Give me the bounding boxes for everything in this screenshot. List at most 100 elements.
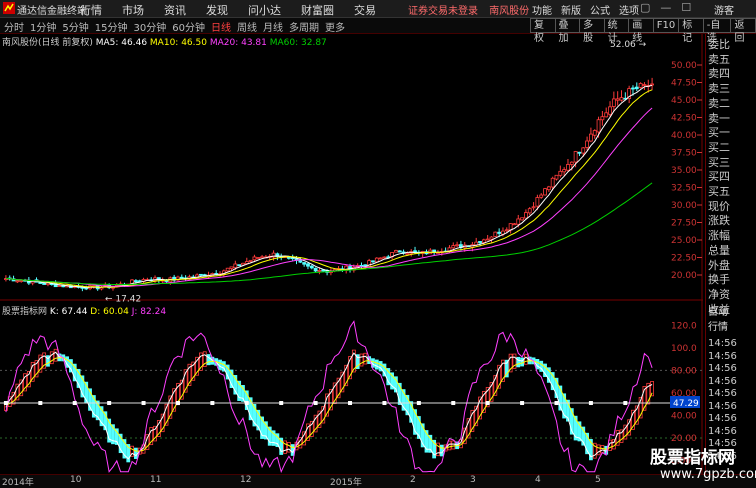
time-label-0: 2014年 — [2, 478, 34, 488]
candle-body-140 — [539, 194, 544, 198]
candle-body-158 — [608, 106, 612, 115]
indicator-value-2: J: 82.24 — [131, 307, 167, 317]
candle-body-79 — [306, 263, 310, 267]
quote-field-5: 卖一 — [708, 111, 730, 125]
restore-icon[interactable]: ▢ — [640, 1, 650, 14]
candle-body-103 — [397, 250, 402, 253]
candle-body-167 — [642, 84, 647, 86]
top-right-menu: 功能 新版 公式 选项 — [532, 2, 639, 17]
candle-body-166 — [638, 83, 643, 88]
candle-body-96 — [371, 260, 375, 263]
period-tab-6[interactable]: 日线 — [211, 19, 231, 34]
ind-ref-marker-90 — [348, 401, 353, 406]
candle-body-97 — [374, 257, 379, 263]
candle-body-77 — [298, 260, 303, 263]
price-tick-12: 20.00 — [671, 271, 697, 281]
candle-body-67 — [260, 256, 264, 259]
tool-button-6[interactable]: 标记 — [678, 18, 704, 44]
stock-title: 南风股份 — [489, 6, 530, 17]
right-menu-2[interactable]: 公式 — [590, 2, 610, 17]
right-tab-0[interactable]: 自动 — [706, 306, 756, 320]
quote-field-16: 换手 — [708, 273, 730, 287]
tool-button-1[interactable]: 叠加 — [554, 18, 581, 44]
candle-body-159 — [611, 98, 616, 107]
ind-ref-marker-9 — [38, 401, 43, 406]
tool-button-7[interactable]: -自选 — [702, 18, 732, 44]
quote-field-10: 买五 — [708, 185, 730, 198]
ind-ref-marker-108 — [416, 401, 421, 406]
candle-body-66 — [256, 257, 261, 259]
candle-body-133 — [512, 223, 517, 226]
candle-body-117 — [451, 245, 456, 249]
period-tab-9[interactable]: 多周期 — [289, 19, 319, 34]
ind-ref-marker-153 — [588, 401, 593, 406]
time-label-4: 2015年 — [330, 478, 362, 488]
ind-ref-marker-45 — [175, 401, 180, 406]
right-menu-3[interactable]: 选项 — [619, 2, 639, 17]
period-tab-3[interactable]: 15分钟 — [95, 19, 128, 34]
candle-body-150 — [577, 151, 582, 154]
ind-bar-114 — [439, 444, 444, 457]
ma-line-10 — [5, 89, 653, 288]
price-tick-8: 30.00 — [671, 201, 697, 211]
period-tab-2[interactable]: 5分钟 — [62, 19, 88, 34]
tool-button-3[interactable]: 统计 — [603, 18, 630, 44]
period-tab-1[interactable]: 1分钟 — [30, 19, 56, 34]
ind-ref-marker-27 — [107, 401, 112, 406]
candle-body-152 — [585, 140, 589, 148]
period-tab-8[interactable]: 月线 — [263, 19, 283, 34]
candle-body-64 — [248, 259, 253, 262]
maximize-icon[interactable]: ☐ — [681, 1, 691, 14]
candle-body-148 — [569, 161, 574, 165]
menu-0[interactable]: 行情 — [80, 2, 102, 18]
period-tab-7[interactable]: 周线 — [237, 19, 257, 34]
tool-button-0[interactable]: 复权 — [530, 18, 556, 44]
price-tick-3: 42.50 — [671, 114, 697, 124]
price-tick-11: 22.50 — [671, 254, 697, 264]
time-axis: 2014年 10 11 12 2015年 2 3 4 5 — [0, 474, 756, 488]
menu-4[interactable]: 问小达 — [248, 2, 281, 18]
ind-ref-marker-63 — [244, 401, 249, 406]
menu-1[interactable]: 市场 — [122, 2, 144, 18]
tool-button-5[interactable]: F10 — [652, 18, 680, 33]
ind-tick-1: 100.0 — [671, 344, 697, 354]
candle-body-145 — [558, 170, 563, 176]
price-tick-6: 35.00 — [671, 166, 697, 176]
period-tab-4[interactable]: 30分钟 — [133, 19, 166, 34]
candle-body-74 — [286, 256, 291, 259]
candle-body-80 — [309, 265, 314, 269]
right-tab-1[interactable]: 行情 — [706, 321, 756, 335]
candle-body-14 — [57, 285, 62, 287]
menu-6[interactable]: 交易 — [354, 2, 376, 18]
right-menu-1[interactable]: 新版 — [561, 2, 581, 17]
candle-body-156 — [600, 116, 605, 121]
ind-ref-marker-72 — [279, 401, 284, 406]
menu-5[interactable]: 财富圈 — [301, 2, 334, 18]
period-tab-10[interactable]: 更多 — [325, 19, 345, 34]
right-menu-0[interactable]: 功能 — [532, 2, 552, 17]
period-tab-5[interactable]: 60分钟 — [172, 19, 205, 34]
quote-field-2: 卖四 — [708, 67, 730, 81]
time-label-2: 11 — [150, 475, 162, 485]
tool-button-8[interactable]: 返回 — [730, 18, 756, 44]
top-menu: 行情 市场 资讯 发现 问小达 财富圈 交易 — [80, 2, 376, 18]
kline-chart[interactable]: 50.00 47.50 45.00 42.50 40.00 37.50 35.00 32.50… — [0, 34, 703, 474]
menu-3[interactable]: 发现 — [206, 2, 228, 18]
quote-field-9: 买四 — [708, 170, 730, 184]
tool-button-2[interactable]: 多股 — [579, 18, 605, 44]
tool-button-4[interactable]: 画线 — [628, 18, 654, 44]
candle-body-131 — [504, 229, 509, 232]
menu-2[interactable]: 资讯 — [164, 2, 186, 18]
period-tab-0[interactable]: 分时 — [4, 19, 24, 34]
ma-value-1: MA10: 46.50 — [149, 38, 210, 48]
guest-label[interactable]: 游客 — [714, 2, 734, 17]
candle-body-98 — [378, 257, 383, 260]
price-tick-2: 45.00 — [671, 96, 697, 106]
ind-ref-marker-126 — [485, 401, 490, 406]
price-tick-0: 50.00 — [671, 61, 697, 71]
candle-body-155 — [596, 119, 601, 133]
app-logo-icon — [3, 2, 15, 14]
ind-ref-marker-18 — [72, 401, 77, 406]
minimize-icon[interactable]: — — [660, 1, 671, 14]
candle-body-127 — [489, 236, 494, 240]
